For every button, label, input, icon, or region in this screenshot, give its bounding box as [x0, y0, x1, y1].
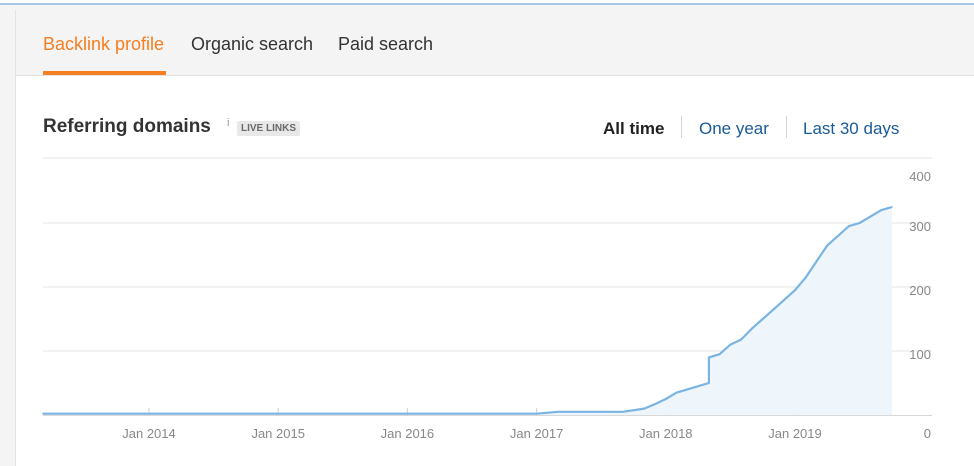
data-point	[772, 308, 775, 311]
x-tick-label: Jan 2016	[381, 426, 435, 441]
data-point	[805, 276, 807, 279]
data-point	[654, 403, 656, 405]
data-point	[406, 412, 409, 415]
x-tick-label: Jan 2019	[768, 426, 822, 441]
series-area	[43, 207, 892, 415]
data-point	[42, 412, 44, 415]
data-point	[815, 260, 818, 263]
data-point	[869, 215, 872, 218]
y-tick-label: 300	[909, 219, 931, 234]
data-point	[643, 407, 646, 410]
y-tick-label: 200	[909, 283, 931, 298]
data-point	[621, 411, 624, 413]
data-point	[665, 398, 667, 400]
data-point	[858, 222, 861, 224]
x-tick-label: Jan 2017	[510, 426, 564, 441]
x-tick-label: Jan 2014	[122, 426, 176, 441]
data-point	[751, 327, 753, 330]
data-point	[891, 206, 893, 208]
data-point	[557, 411, 559, 413]
data-point	[718, 353, 721, 356]
data-point	[589, 411, 592, 413]
data-point	[729, 343, 732, 346]
data-point	[708, 356, 710, 359]
data-point	[837, 235, 839, 237]
y-tick-label: 100	[909, 347, 931, 362]
data-point	[740, 338, 742, 341]
data-point	[708, 382, 710, 384]
chart-svg: 400 300 200 100 0 Jan 2014 Jan 2015 Jan 2016 Jan…	[42, 157, 932, 441]
y-tick-label: 0	[924, 426, 931, 441]
data-point	[783, 299, 785, 301]
data-point	[675, 391, 678, 394]
data-point	[148, 412, 150, 415]
data-point	[848, 225, 850, 227]
y-tick-label: 400	[909, 169, 931, 184]
referring-domains-chart: 400 300 200 100 0 Jan 2014 Jan 2015 Jan 2016 Jan…	[0, 0, 974, 466]
data-point	[794, 289, 796, 292]
data-point	[535, 412, 538, 415]
x-tick-label: Jan 2018	[639, 426, 693, 441]
data-point	[826, 244, 829, 247]
data-point	[880, 209, 882, 211]
x-tick-label: Jan 2015	[251, 426, 305, 441]
data-point	[697, 385, 699, 388]
data-point	[686, 388, 689, 391]
data-point	[761, 318, 764, 320]
data-point	[277, 412, 280, 415]
